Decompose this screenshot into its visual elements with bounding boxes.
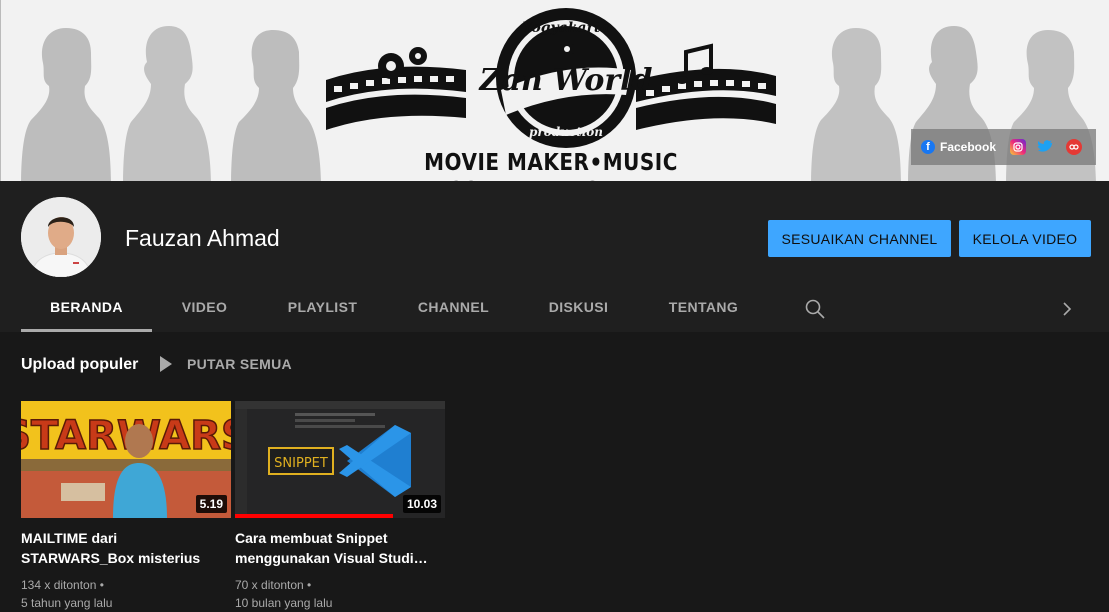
play-all-button[interactable]: PUTAR SEMUA [160, 356, 292, 372]
instagram-icon[interactable] [1010, 139, 1027, 155]
customize-channel-button[interactable]: SESUAIKAN CHANNEL [768, 220, 951, 257]
chevron-right-icon[interactable] [1055, 297, 1079, 321]
facebook-link[interactable]: f Facebook [921, 140, 996, 154]
channel-tabs: BERANDA VIDEO PLAYLIST CHANNEL DISKUSI T… [21, 289, 1072, 332]
banner-logo: Yogyakarta Zan World production [326, 8, 776, 148]
twitter-icon[interactable] [1038, 139, 1054, 155]
banner-tagline: MOVIE MAKER•MUSIC COVER•TUTORIAL [424, 148, 678, 181]
thumbnail-text: SNIPPET [274, 456, 328, 471]
search-icon[interactable] [803, 297, 827, 321]
video-duration: 10.03 [402, 495, 441, 513]
logo-main-text: Zan World [478, 63, 652, 98]
silhouette-image [811, 28, 901, 181]
section-title: Upload populer [21, 356, 139, 373]
video-duration: 5.19 [195, 495, 227, 513]
play-icon [160, 356, 172, 372]
channel-banner: Yogyakarta Zan World production MOVIE MA… [0, 0, 1109, 181]
tab-channel[interactable]: CHANNEL [388, 289, 519, 332]
facebook-icon: f [921, 140, 935, 154]
channel-name: Fauzan Ahmad [125, 225, 280, 251]
logo-bottom-text: production [529, 125, 603, 139]
video-title[interactable]: Cara membuat Snippet menggunakan Visual … [235, 528, 435, 568]
watch-progress-bar [235, 514, 393, 518]
silhouette-image [123, 26, 211, 181]
video-views: 70 x ditonton • [235, 578, 312, 592]
silhouette-image [21, 28, 111, 181]
tab-video[interactable]: VIDEO [152, 289, 257, 332]
tab-beranda[interactable]: BERANDA [21, 289, 152, 332]
avatar[interactable] [21, 197, 101, 277]
video-card[interactable]: STARWARS 5.19 MAILTIME dari STARWARS_Box… [21, 401, 231, 612]
logo-top-text: Yogyakarta [523, 20, 610, 36]
banner-links: f Facebook [911, 129, 1096, 165]
video-age: 5 tahun yang lalu [21, 596, 113, 610]
tab-diskusi[interactable]: DISKUSI [519, 289, 638, 332]
play-all-label: PUTAR SEMUA [187, 356, 292, 372]
video-age: 10 bulan yang lalu [235, 596, 333, 610]
facebook-label: Facebook [940, 140, 997, 154]
tab-tentang[interactable]: TENTANG [638, 289, 769, 332]
other-link-icon[interactable] [1066, 139, 1083, 155]
manage-videos-button[interactable]: KELOLA VIDEO [959, 220, 1091, 257]
channel-header: Fauzan Ahmad SESUAIKAN CHANNEL KELOLA VI… [0, 181, 1109, 332]
video-thumbnail[interactable]: STARWARS 5.19 [21, 401, 231, 518]
video-card[interactable]: SNIPPET 10.03 Cara membuat Snippet mengg… [235, 401, 445, 612]
tab-playlist[interactable]: PLAYLIST [257, 289, 388, 332]
banner-logo-area: Yogyakarta Zan World production MOVIE MA… [326, 0, 776, 181]
video-views: 134 x ditonton • [21, 578, 104, 592]
video-thumbnail[interactable]: SNIPPET 10.03 [235, 401, 445, 518]
silhouette-image [231, 30, 321, 181]
video-title[interactable]: MAILTIME dari STARWARS_Box misterius [21, 528, 221, 568]
